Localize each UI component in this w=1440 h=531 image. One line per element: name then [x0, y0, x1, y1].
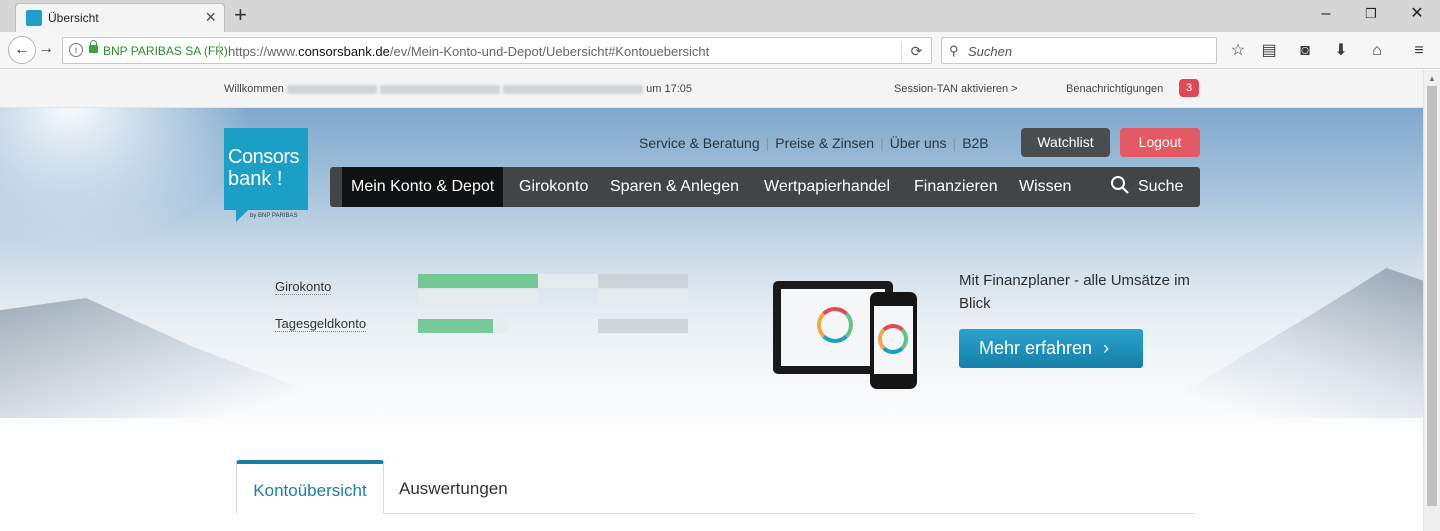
account-girokonto-amount: [598, 274, 688, 288]
back-arrow-icon[interactable]: ←: [8, 36, 36, 64]
nav-wertpapierhandel[interactable]: Wertpapierhandel: [764, 167, 890, 207]
phone-image: [870, 292, 917, 389]
account-tagesgeld-balance-bar: [418, 319, 493, 333]
info-icon[interactable]: i: [69, 43, 83, 57]
reload-icon[interactable]: ⟳: [901, 41, 931, 61]
download-icon[interactable]: ⬇: [1330, 40, 1352, 62]
nav-girokonto[interactable]: Girokonto: [519, 167, 588, 207]
tab-kontouebersicht[interactable]: Kontoübersicht: [236, 460, 384, 514]
lock-icon: [89, 40, 98, 53]
redacted-login: [503, 84, 644, 94]
home-icon[interactable]: ⌂: [1366, 40, 1388, 62]
account-tagesgeld-label[interactable]: Tagesgeldkonto: [275, 316, 367, 332]
browser-navbar: ← → i BNP PARIBAS SA (FR) https://www.co…: [0, 32, 1440, 69]
url-text[interactable]: https://www.consorsbank.de/ev/Mein-Konto…: [228, 44, 709, 59]
link-separator: |: [880, 135, 884, 151]
search-icon: ⚲: [949, 43, 959, 58]
account-tagesgeld-amount: [598, 319, 688, 333]
notifications-badge[interactable]: 3: [1179, 79, 1199, 97]
scroll-up-icon[interactable]: ▲: [1428, 74, 1436, 83]
url-bar[interactable]: i BNP PARIBAS SA (FR) https://www.consor…: [62, 37, 932, 64]
account-girokonto-label[interactable]: Girokonto: [275, 279, 332, 295]
phone-screen: [874, 306, 913, 374]
search-placeholder: Suchen: [968, 44, 1013, 59]
reading-list-icon[interactable]: ▤: [1258, 40, 1280, 62]
notifications-link[interactable]: Benachrichtigungen: [1066, 83, 1163, 95]
browser-search-input[interactable]: ⚲ Suchen: [941, 37, 1217, 64]
chart-ring-icon: [878, 324, 908, 354]
logo-speech-tail: [236, 210, 248, 222]
nav-finanzieren[interactable]: Finanzieren: [914, 167, 998, 207]
menu-icon[interactable]: ≡: [1408, 40, 1430, 62]
browser-tab[interactable]: Übersicht ×: [15, 3, 225, 32]
session-tan-link[interactable]: Session-TAN aktivieren >: [894, 83, 1018, 95]
link-ueber-uns[interactable]: Über uns: [890, 135, 947, 151]
nav-sparen-anlegen[interactable]: Sparen & Anlegen: [610, 167, 739, 207]
account-girokonto-balance-bar: [418, 274, 538, 288]
consorsbank-favicon-icon: [26, 10, 42, 26]
top-links: Service & Beratung | Preise & Zinsen | Über …: [639, 135, 989, 151]
tab-auswertungen[interactable]: Auswertungen: [399, 460, 508, 514]
nav-search-icon[interactable]: [1110, 167, 1130, 207]
mehr-erfahren-label: Mehr erfahren: [979, 338, 1093, 358]
pocket-icon[interactable]: ◙: [1294, 40, 1316, 62]
logo-line1: Consors: [228, 146, 299, 168]
logo-subtitle: by BNP PARIBAS: [250, 213, 298, 219]
scroll-thumb[interactable]: [1427, 86, 1437, 506]
nav-mein-konto-depot[interactable]: Mein Konto & Depot: [342, 167, 504, 207]
logo-line2: bank !: [228, 168, 283, 190]
redacted-info: [380, 84, 501, 94]
consorsbank-logo[interactable]: Consors bank !: [224, 128, 308, 222]
link-separator: |: [765, 135, 770, 151]
account-girokonto-redacted: [538, 274, 598, 288]
link-separator: |: [952, 135, 957, 151]
restore-icon[interactable]: ❐: [1357, 4, 1385, 24]
close-tab-icon[interactable]: ×: [205, 8, 216, 26]
page: Willkommen um 17:05 Session-TAN aktivier…: [0, 70, 1423, 531]
forward-arrow-icon[interactable]: →: [38, 40, 54, 58]
account-girokonto-amount2: [598, 290, 688, 304]
promo-text: Mit Finanzplaner - alle Umsätze im Blick: [959, 272, 1190, 312]
watchlist-button[interactable]: Watchlist: [1021, 128, 1110, 157]
new-tab-icon[interactable]: +: [234, 4, 247, 26]
logout-button[interactable]: Logout: [1120, 128, 1200, 157]
close-window-icon[interactable]: ✕: [1403, 4, 1431, 24]
welcome-text: Willkommen um 17:05: [224, 83, 693, 95]
link-b2b[interactable]: B2B: [962, 135, 988, 151]
content-tabs: Kontoübersicht Auswertungen: [236, 460, 1195, 514]
welcome-strip: Willkommen um 17:05 Session-TAN aktivier…: [0, 70, 1423, 108]
browser-tab-title: Übersicht: [48, 11, 99, 25]
mehr-erfahren-button[interactable]: Mehr erfahren ›: [959, 329, 1143, 368]
minimize-icon[interactable]: –: [1312, 4, 1340, 24]
bookmark-star-icon[interactable]: ☆: [1227, 40, 1249, 62]
account-girokonto-balance-bar2: [418, 290, 538, 304]
account-tagesgeld-redacted: [493, 319, 508, 333]
url-organization: BNP PARIBAS SA (FR): [103, 44, 228, 58]
url-divider: [219, 42, 220, 60]
chevron-right-icon: ›: [1103, 338, 1110, 358]
nav-search-label[interactable]: Suche: [1138, 167, 1183, 207]
hero-banner: Consors bank ! by BNP PARIBAS Service & …: [0, 108, 1423, 448]
page-scrollbar[interactable]: ▲: [1423, 70, 1440, 531]
link-preise[interactable]: Preise & Zinsen: [775, 135, 874, 151]
redacted-name: [286, 84, 377, 94]
chart-ring-icon: [817, 307, 853, 343]
link-service[interactable]: Service & Beratung: [639, 135, 760, 151]
browser-tabbar: Übersicht × + – ❐ ✕: [0, 0, 1440, 32]
main-navigation: Mein Konto & Depot Girokonto Sparen & An…: [330, 167, 1200, 207]
nav-wissen[interactable]: Wissen: [1019, 167, 1071, 207]
